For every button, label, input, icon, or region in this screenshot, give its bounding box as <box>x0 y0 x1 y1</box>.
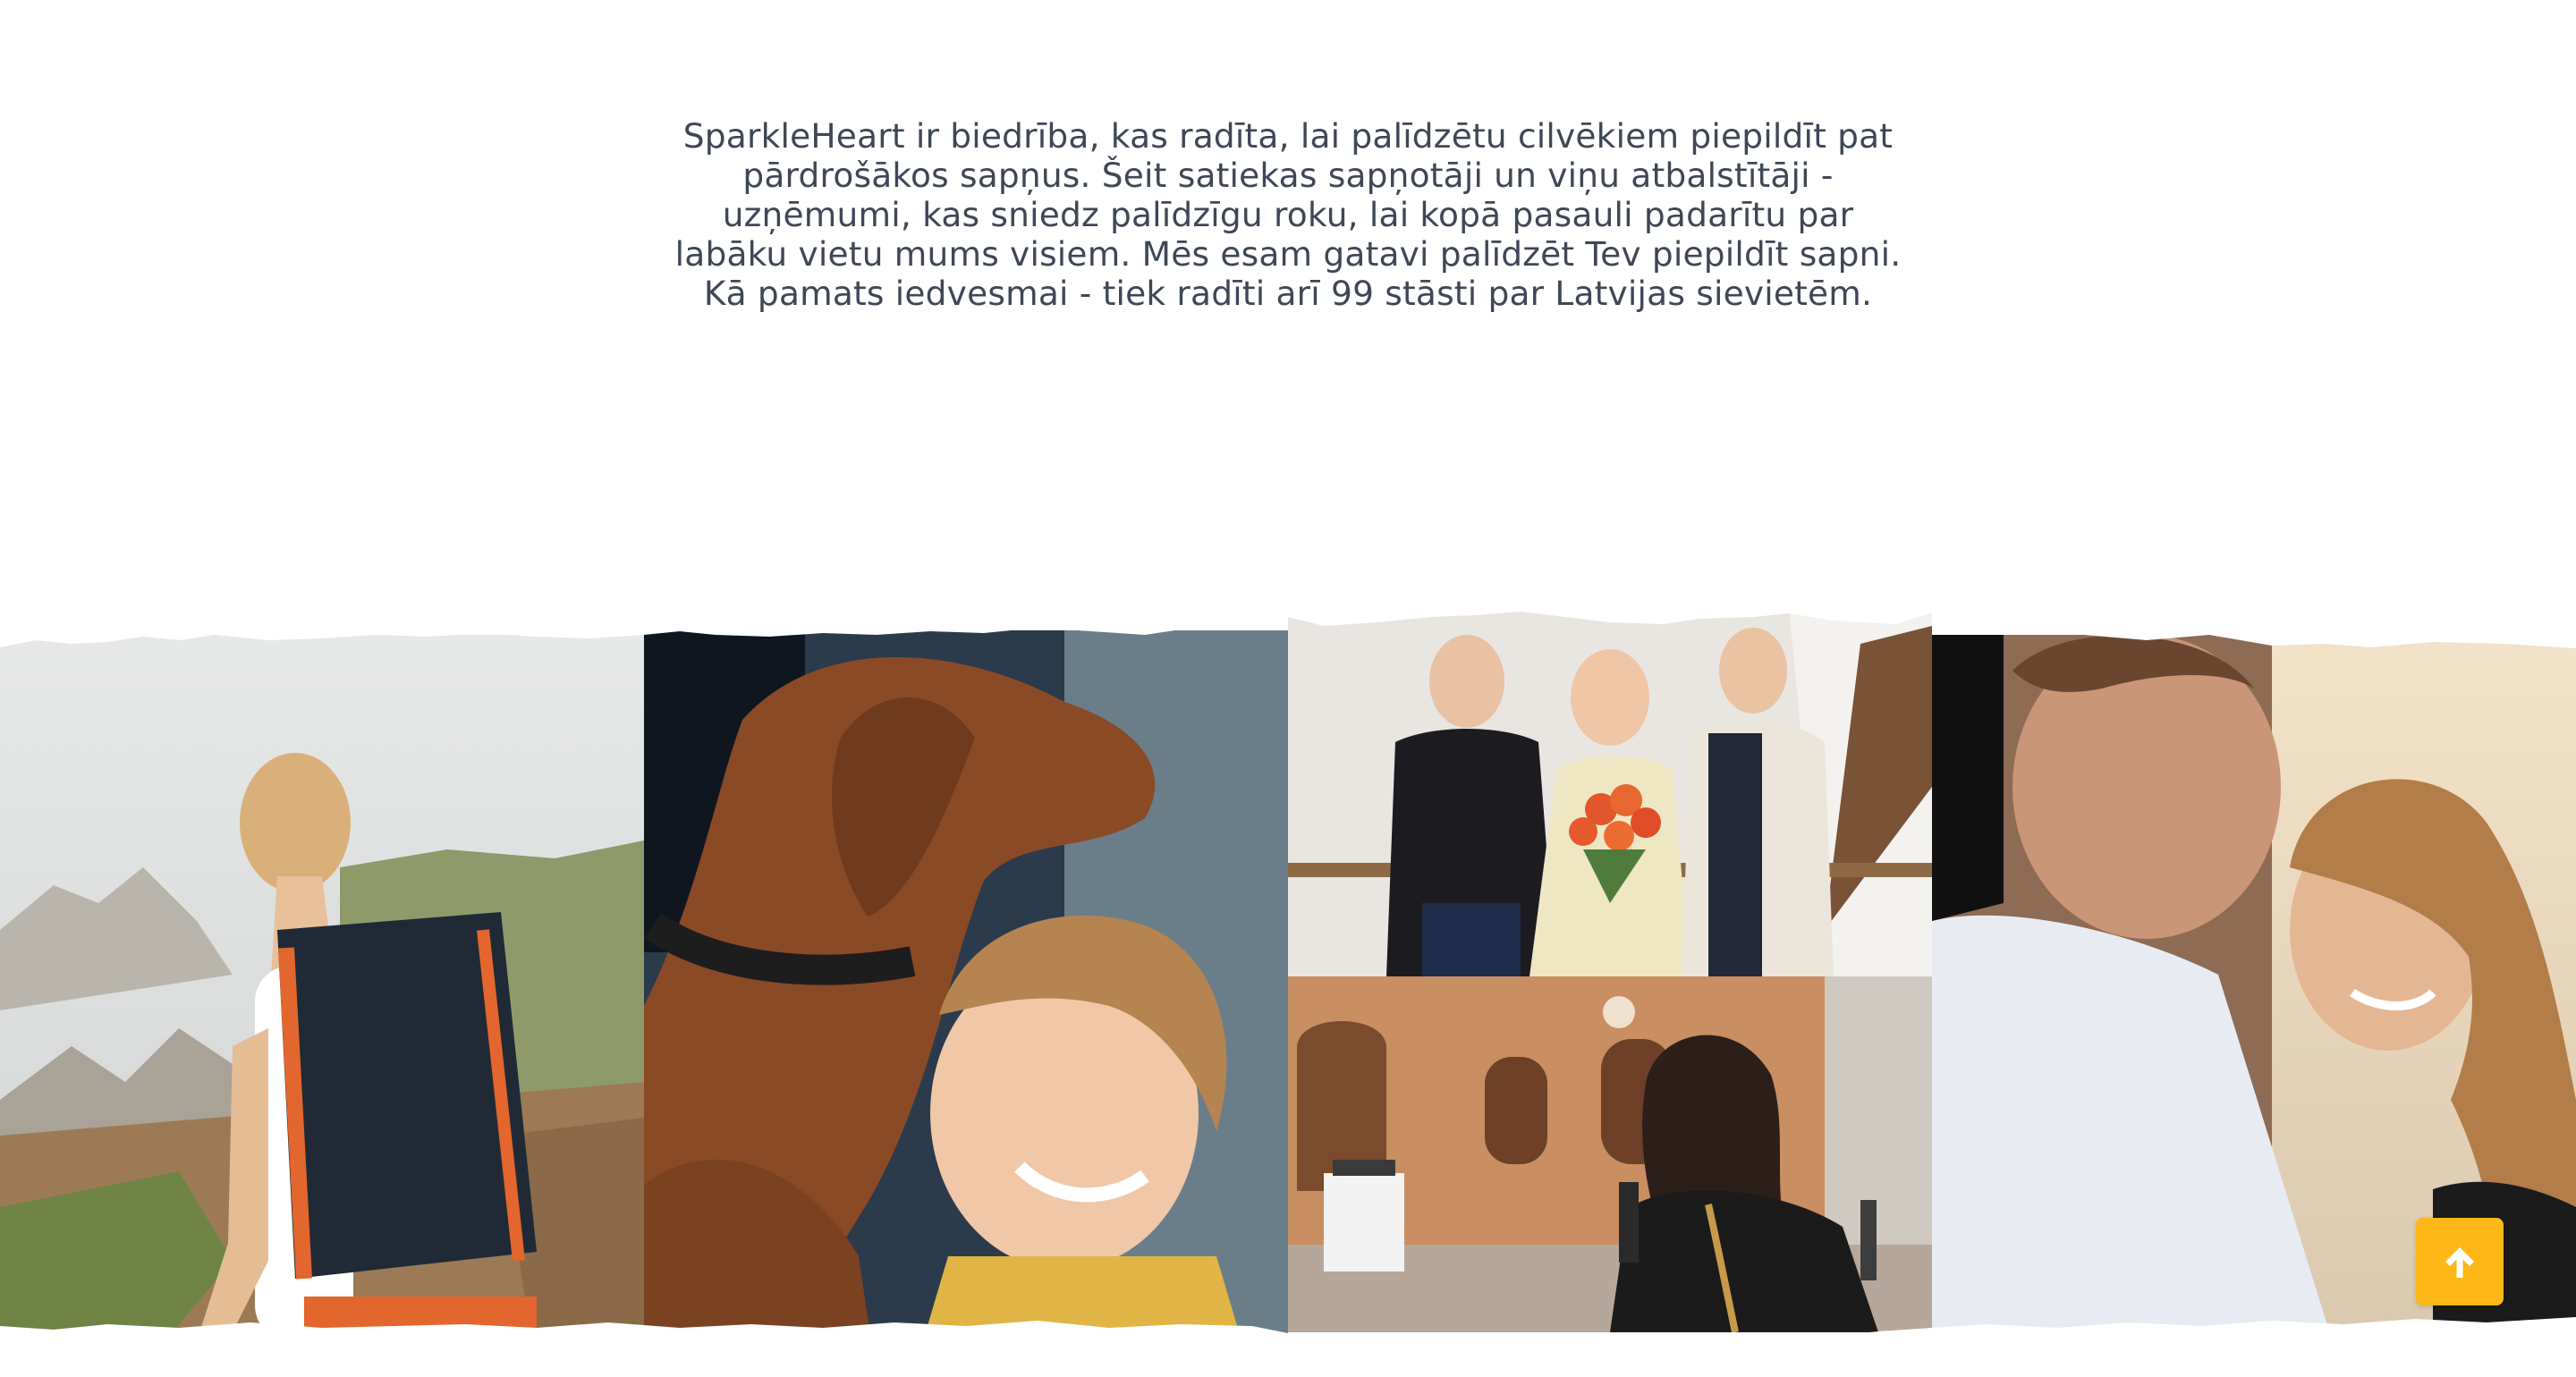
intro-text: SparkleHeart ir biedrība, kas radīta, la… <box>671 116 1905 313</box>
dog-hug-photo-image <box>644 630 1288 1377</box>
intro-line: labāku vietu mums visiem. Mēs esam gatav… <box>674 234 1902 274</box>
torn-paper-top-edge <box>0 581 2576 648</box>
hiker-photo-image <box>0 635 644 1377</box>
photo-hiker-woman-backpack <box>0 635 644 1377</box>
intro-line: pārdrošākos sapņus. Šeit satiekas sapņot… <box>742 156 1834 195</box>
scroll-to-top-button[interactable] <box>2416 1218 2504 1305</box>
intro-line: Kā pamats iedvesmai - tiek radīti arī 99… <box>703 274 1873 313</box>
arrow-up-icon <box>2445 1247 2474 1278</box>
torn-paper-bottom-edge <box>0 1317 2576 1377</box>
photo-gallery <box>0 581 2576 1377</box>
intro-line: SparkleHeart ir biedrība, kas radīta, la… <box>682 116 1894 156</box>
photo-woman-city-street <box>1288 976 1932 1332</box>
city-street-photo-image <box>1288 976 1932 1332</box>
intro-line: uzņēmumi, kas sniedz palīdzīgu roku, lai… <box>722 195 1854 234</box>
photo-woman-hugging-dog <box>644 630 1288 1377</box>
